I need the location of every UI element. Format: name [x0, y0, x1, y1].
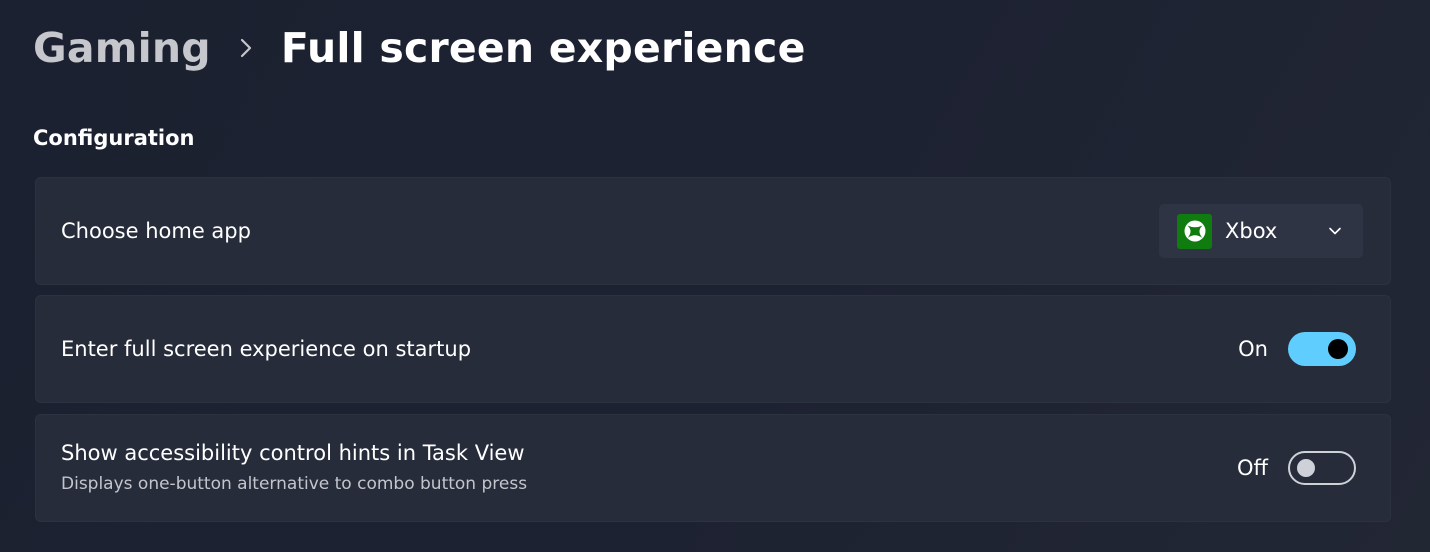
home-app-dropdown[interactable]: Xbox [1159, 204, 1363, 258]
breadcrumb-gaming-link[interactable]: Gaming [33, 24, 211, 72]
setting-label-home-app: Choose home app [61, 219, 251, 243]
page-title: Full screen experience [280, 24, 806, 72]
startup-toggle-switch[interactable] [1288, 332, 1356, 366]
hints-toggle-state: Off [1237, 456, 1268, 480]
setting-card-home-app: Choose home app Xbox [35, 177, 1391, 285]
breadcrumb: Gaming Full screen experience [33, 18, 806, 78]
toggle-knob [1297, 459, 1315, 477]
setting-description-accessibility-hints: Displays one-button alternative to combo… [61, 474, 528, 494]
section-title-configuration: Configuration [33, 126, 195, 150]
home-app-dropdown-value: Xbox [1225, 219, 1278, 243]
setting-label-accessibility-hints: Show accessibility control hints in Task… [61, 441, 525, 465]
xbox-logo-icon [1177, 213, 1212, 249]
hints-toggle-switch[interactable] [1288, 451, 1356, 485]
startup-toggle-state: On [1238, 337, 1268, 361]
setting-card-startup: Enter full screen experience on startup … [35, 295, 1391, 403]
startup-toggle-group: On [1238, 332, 1356, 366]
setting-card-accessibility-hints: Show accessibility control hints in Task… [35, 414, 1391, 522]
chevron-down-icon [1327, 223, 1343, 243]
chevron-right-icon [211, 37, 281, 59]
setting-label-startup: Enter full screen experience on startup [61, 337, 472, 361]
hints-toggle-group: Off [1237, 451, 1356, 485]
toggle-knob [1328, 339, 1348, 359]
